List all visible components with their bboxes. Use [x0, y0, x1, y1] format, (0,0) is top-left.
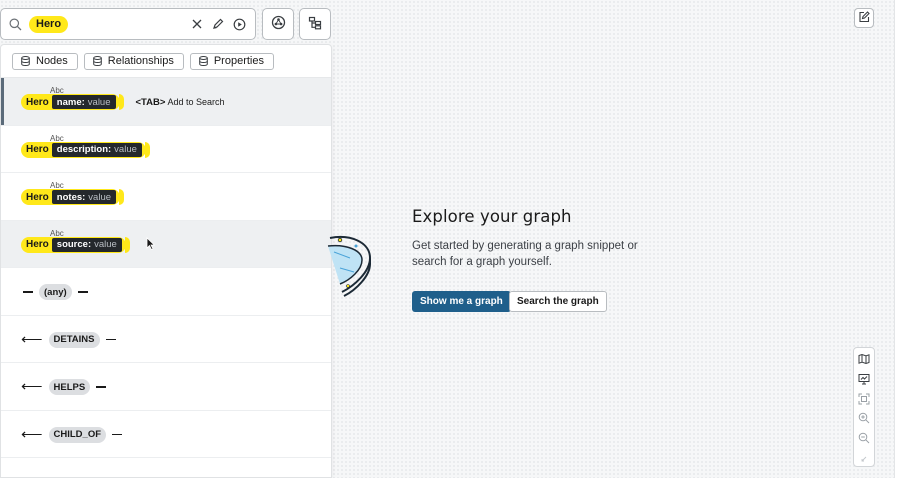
property-key: notes: [56, 191, 86, 203]
relationship-pill: (any) [39, 284, 72, 300]
relationship-line [105, 338, 116, 341]
filter-nodes-label: Nodes [36, 55, 68, 67]
property-value: value [114, 144, 137, 155]
filter-relationships-button[interactable]: Relationships [83, 52, 184, 70]
mouse-cursor-icon [146, 237, 155, 250]
property-value: value [87, 96, 111, 108]
property-key: source: [56, 239, 92, 250]
property-value: value [88, 191, 112, 203]
presentation-icon[interactable] [856, 371, 872, 387]
search-query-chip[interactable]: Hero [29, 15, 69, 33]
property-key: name: [56, 96, 85, 108]
pill-tail [119, 189, 125, 205]
suggestion-row-source[interactable]: Abc Hero source: value [1, 220, 331, 268]
node-label: Hero [26, 144, 49, 155]
filter-properties-label: Properties [213, 55, 264, 67]
hierarchy-button[interactable] [299, 8, 331, 40]
pencil-icon[interactable] [208, 14, 228, 34]
relationship-line [112, 433, 123, 436]
empty-state-title: Explore your graph [412, 207, 572, 226]
arrow-left-icon: ⟵ [21, 378, 43, 395]
zoom-out-icon[interactable] [856, 430, 872, 446]
suggestion-row-name[interactable]: Abc Hero name: value <TAB> Add to Search [1, 78, 331, 126]
search-the-graph-button[interactable]: Search the graph [509, 291, 607, 312]
hierarchy-icon [308, 16, 322, 33]
filter-row: Nodes Relationships Properties [1, 45, 331, 78]
suggestion-row-notes[interactable]: Abc Hero notes: value [1, 173, 331, 221]
map-icon[interactable] [856, 351, 872, 367]
right-scrollbar[interactable] [894, 0, 900, 478]
empty-state-description: Get started by generating a graph snippe… [412, 240, 638, 268]
database-icon [92, 56, 102, 66]
arrow-left-icon: ⟵ [21, 425, 43, 443]
pill-tail [124, 236, 130, 253]
edit-note-button[interactable] [854, 8, 874, 28]
node-label-pill: Hero description: value [21, 141, 146, 158]
pill-tail [118, 94, 124, 110]
relationship-row-child-of[interactable]: ⟵ CHILD_OF [1, 411, 331, 458]
node-label-pill: Hero source: value [21, 236, 126, 253]
relationship-row-any[interactable]: (any) [1, 268, 331, 316]
suggestion-row-description[interactable]: Abc Hero description: value [1, 126, 331, 173]
tab-hint: <TAB> Add to Search [136, 97, 225, 108]
property-key: description: [56, 144, 112, 155]
collapse-icon[interactable] [856, 450, 872, 466]
node-label: Hero [26, 96, 49, 108]
relationship-line [77, 291, 88, 293]
property-chip: description: value [51, 142, 142, 157]
property-chip: name: value [51, 95, 116, 109]
play-circle-icon[interactable] [229, 14, 249, 34]
canvas-toolbar [853, 347, 875, 467]
zoom-in-icon[interactable] [856, 410, 872, 426]
graph-illustration [327, 236, 372, 297]
scene-settings-button[interactable] [262, 8, 294, 40]
relationship-line [96, 386, 107, 388]
relationship-pill: DETAINS [48, 331, 100, 348]
edit-note-icon [858, 10, 870, 26]
search-icon [7, 16, 23, 32]
clear-icon[interactable] [187, 14, 207, 34]
node-label: Hero [26, 191, 49, 203]
property-value: value [94, 239, 117, 250]
graph-explorer-page: Hero Nodes Relationships Properties Abc … [0, 0, 900, 478]
node-label-pill: Hero name: value [21, 94, 120, 110]
filter-nodes-button[interactable]: Nodes [12, 52, 78, 70]
tab-hint-text: Add to Search [167, 96, 225, 107]
relationship-row-helps[interactable]: ⟵ HELPS [1, 363, 331, 411]
property-chip: source: value [51, 237, 122, 252]
fit-to-screen-icon[interactable] [856, 391, 872, 407]
property-chip: notes: value [51, 190, 117, 204]
node-label-pill: Hero notes: value [21, 189, 121, 205]
node-label: Hero [26, 239, 49, 250]
filter-relationships-label: Relationships [107, 55, 174, 67]
arrow-left-icon: ⟵ [21, 330, 43, 348]
relationship-line [23, 291, 33, 293]
tab-key: <TAB> [135, 96, 166, 108]
relationship-row-detains[interactable]: ⟵ DETAINS [1, 316, 331, 363]
database-icon [199, 56, 208, 66]
relationship-pill: HELPS [48, 379, 91, 395]
graph-settings-icon [271, 15, 286, 33]
pill-tail [144, 141, 150, 158]
database-icon [21, 56, 30, 66]
search-suggestions-dropdown: Nodes Relationships Properties Abc Hero … [0, 44, 332, 478]
relationship-pill: CHILD_OF [48, 426, 107, 443]
search-bar[interactable]: Hero [0, 8, 256, 40]
show-me-a-graph-button[interactable]: Show me a graph [412, 291, 511, 312]
filter-properties-button[interactable]: Properties [189, 52, 274, 70]
